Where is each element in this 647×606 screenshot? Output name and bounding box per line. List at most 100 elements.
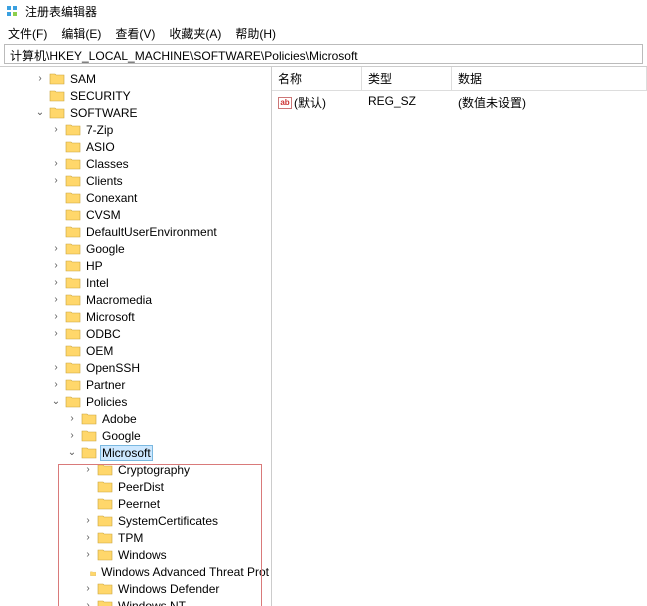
expand-icon[interactable]: › — [50, 294, 62, 305]
regedit-icon — [6, 4, 20, 18]
tree-label: TPM — [116, 531, 145, 545]
tree-node-intel[interactable]: › Intel — [0, 274, 271, 291]
tree-node-watp[interactable]: Windows Advanced Threat Prot — [0, 563, 271, 580]
folder-icon — [81, 446, 97, 459]
tree-pane[interactable]: › SAM SECURITY ⌄ SOFTWARE › 7-Zip ASIO ›… — [0, 67, 272, 606]
tree-node-odbc[interactable]: › ODBC — [0, 325, 271, 342]
folder-icon — [97, 514, 113, 527]
expand-icon[interactable]: › — [50, 243, 62, 254]
col-type[interactable]: 类型 — [362, 67, 452, 90]
tree-label: Adobe — [100, 412, 139, 426]
folder-icon — [65, 157, 81, 170]
tree-node-partner[interactable]: › Partner — [0, 376, 271, 393]
tree-label: Clients — [84, 174, 125, 188]
menu-view[interactable]: 查看(V) — [115, 25, 155, 39]
folder-icon — [65, 191, 81, 204]
menu-favorites[interactable]: 收藏夹(A) — [169, 25, 221, 39]
tree-node-peerdist[interactable]: PeerDist — [0, 478, 271, 495]
tree-label: CVSM — [84, 208, 123, 222]
folder-icon — [81, 429, 97, 442]
tree-label: Windows Advanced Threat Prot — [99, 565, 271, 579]
menu-file[interactable]: 文件(F) — [8, 25, 47, 39]
expand-icon[interactable]: › — [82, 532, 94, 543]
tree-node-syscert[interactable]: › SystemCertificates — [0, 512, 271, 529]
tree-node-sevenzip[interactable]: › 7-Zip — [0, 121, 271, 138]
tree-label: OEM — [84, 344, 115, 358]
tree-label: ODBC — [84, 327, 123, 341]
values-header: 名称 类型 数据 — [272, 67, 647, 91]
values-pane[interactable]: 名称 类型 数据 ab (默认) REG_SZ (数值未设置) — [272, 67, 647, 606]
tree-node-openssh[interactable]: › OpenSSH — [0, 359, 271, 376]
tree-label: Partner — [84, 378, 127, 392]
menu-help[interactable]: 帮助(H) — [235, 25, 276, 39]
tree-label: SECURITY — [68, 89, 133, 103]
tree-node-due[interactable]: DefaultUserEnvironment — [0, 223, 271, 240]
expand-icon[interactable]: › — [82, 549, 94, 560]
tree-node-software[interactable]: ⌄ SOFTWARE — [0, 104, 271, 121]
expand-icon[interactable]: ⌄ — [34, 107, 46, 118]
expand-icon[interactable]: › — [50, 379, 62, 390]
tree-label: ASIO — [84, 140, 117, 154]
col-name[interactable]: 名称 — [272, 67, 362, 90]
col-data[interactable]: 数据 — [452, 67, 647, 90]
expand-icon[interactable]: › — [34, 73, 46, 84]
tree-node-cvsm[interactable]: CVSM — [0, 206, 271, 223]
folder-icon — [49, 89, 65, 102]
expand-icon[interactable]: › — [50, 362, 62, 373]
tree-label: SOFTWARE — [68, 106, 140, 120]
tree-label: Cryptography — [116, 463, 192, 477]
tree-node-google[interactable]: › Google — [0, 240, 271, 257]
expand-icon[interactable]: › — [50, 124, 62, 135]
expand-icon[interactable]: ⌄ — [66, 447, 78, 458]
expand-icon[interactable]: ⌄ — [50, 396, 62, 407]
expand-icon[interactable]: › — [82, 515, 94, 526]
tree-label: SystemCertificates — [116, 514, 220, 528]
tree-node-security[interactable]: SECURITY — [0, 87, 271, 104]
address-bar[interactable]: 计算机\HKEY_LOCAL_MACHINE\SOFTWARE\Policies… — [4, 44, 643, 64]
expand-icon[interactable]: › — [66, 413, 78, 424]
tree-label: Google — [84, 242, 127, 256]
tree-node-oem[interactable]: OEM — [0, 342, 271, 359]
tree-node-clients[interactable]: › Clients — [0, 172, 271, 189]
expand-icon[interactable]: › — [50, 260, 62, 271]
menu-bar: 文件(F) 编辑(E) 查看(V) 收藏夹(A) 帮助(H) — [0, 22, 647, 42]
tree-node-asio[interactable]: ASIO — [0, 138, 271, 155]
expand-icon[interactable]: › — [66, 430, 78, 441]
tree-label: 7-Zip — [84, 123, 115, 137]
tree-node-classes[interactable]: › Classes — [0, 155, 271, 172]
tree-node-policies[interactable]: ⌄ Policies — [0, 393, 271, 410]
folder-icon — [65, 327, 81, 340]
folder-icon — [65, 378, 81, 391]
tree-node-windows[interactable]: › Windows — [0, 546, 271, 563]
expand-icon[interactable]: › — [50, 277, 62, 288]
expand-icon[interactable]: › — [82, 583, 94, 594]
expand-icon[interactable]: › — [82, 464, 94, 475]
tree-node-macromedia[interactable]: › Macromedia — [0, 291, 271, 308]
value-type: REG_SZ — [362, 93, 452, 112]
expand-icon[interactable]: › — [50, 328, 62, 339]
expand-icon[interactable]: › — [50, 158, 62, 169]
tree-node-adobe[interactable]: › Adobe — [0, 410, 271, 427]
tree-node-google2[interactable]: › Google — [0, 427, 271, 444]
tree-node-crypto[interactable]: › Cryptography — [0, 461, 271, 478]
menu-edit[interactable]: 编辑(E) — [61, 25, 101, 39]
tree-node-microsoft1[interactable]: › Microsoft — [0, 308, 271, 325]
expand-icon[interactable]: › — [50, 311, 62, 322]
tree-node-winnt[interactable]: › Windows NT — [0, 597, 271, 606]
folder-icon — [65, 344, 81, 357]
tree-node-conexant[interactable]: Conexant — [0, 189, 271, 206]
folder-icon — [97, 531, 113, 544]
expand-icon[interactable]: › — [82, 600, 94, 606]
tree-node-peernet[interactable]: Peernet — [0, 495, 271, 512]
expand-icon[interactable]: › — [50, 175, 62, 186]
value-row[interactable]: ab (默认) REG_SZ (数值未设置) — [272, 91, 647, 114]
tree-label: DefaultUserEnvironment — [84, 225, 219, 239]
folder-icon — [97, 463, 113, 476]
tree-node-hp[interactable]: › HP — [0, 257, 271, 274]
tree-node-tpm[interactable]: › TPM — [0, 529, 271, 546]
tree-node-sam[interactable]: › SAM — [0, 70, 271, 87]
folder-icon — [65, 123, 81, 136]
tree-node-wdef[interactable]: › Windows Defender — [0, 580, 271, 597]
tree-node-microsoft2[interactable]: ⌄ Microsoft — [0, 444, 271, 461]
folder-icon — [97, 480, 113, 493]
